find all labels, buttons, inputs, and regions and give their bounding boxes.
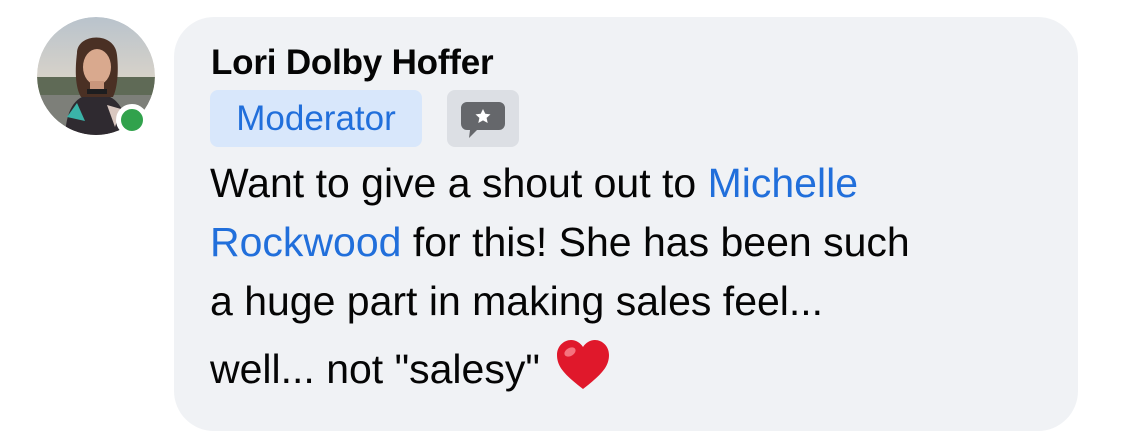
author-name[interactable]: Lori Dolby Hoffer <box>211 43 494 83</box>
avatar-container[interactable] <box>37 17 155 136</box>
online-status-icon <box>116 104 148 136</box>
comment-bubble: Lori Dolby Hoffer Moderator Want to give… <box>174 17 1078 431</box>
comment-text-part: Want to give a shout out to <box>210 160 708 206</box>
comment-text-part: for this! She has been such <box>401 219 910 265</box>
speech-bubble-star-icon <box>461 102 505 138</box>
star-badge-icon[interactable] <box>447 90 519 147</box>
comment-text-line: a huge part in making sales feel... <box>210 278 824 324</box>
mention-link[interactable]: Michelle <box>708 160 858 206</box>
moderator-badge[interactable]: Moderator <box>210 90 422 147</box>
comment-text: Want to give a shout out to Michelle Roc… <box>210 154 1060 399</box>
comment: Lori Dolby Hoffer Moderator Want to give… <box>0 0 1125 438</box>
mention-link-continued[interactable]: Rockwood <box>210 219 401 265</box>
comment-text-line: well... not "salesy" <box>210 346 540 392</box>
heart-emoji-icon <box>557 340 610 389</box>
